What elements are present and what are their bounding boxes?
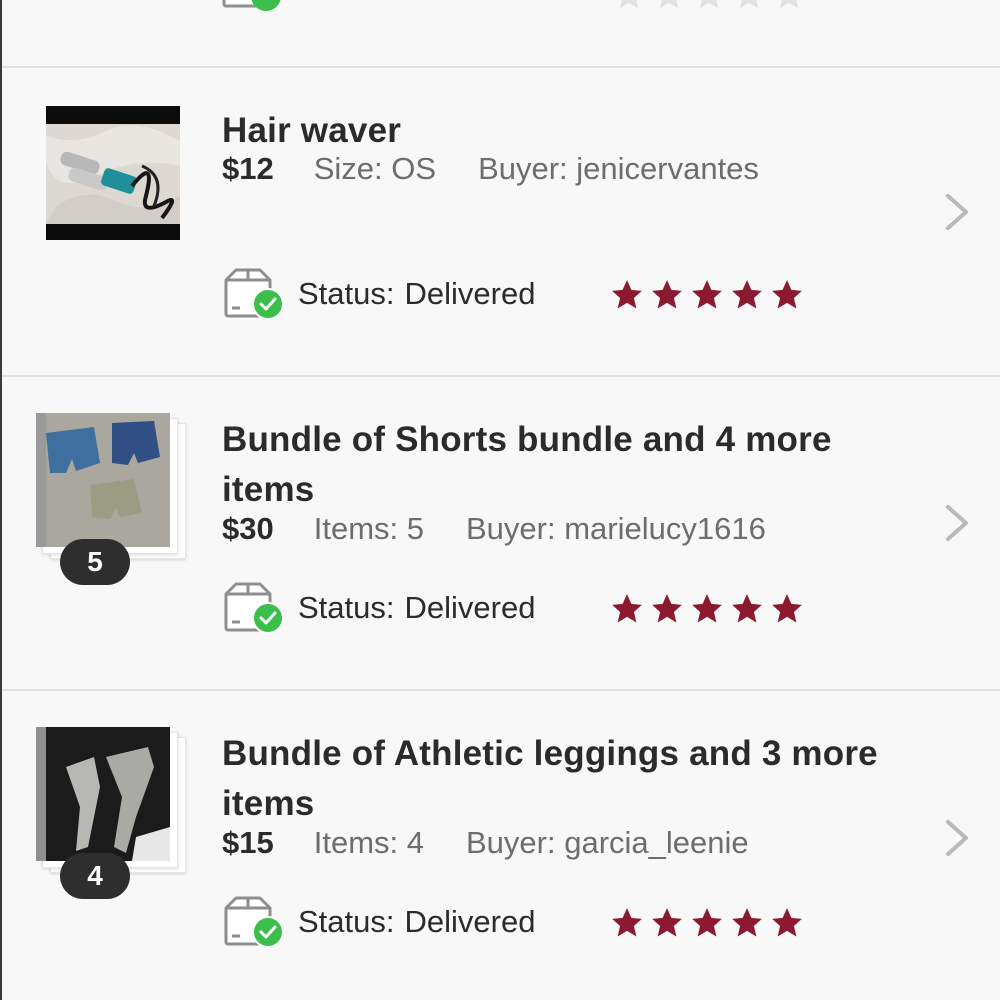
item-title: Hair waver [222,111,402,150]
item-photo [46,106,180,240]
star-icon [690,906,724,940]
rating-stars-previous [612,0,806,12]
order-row-leggings-bundle[interactable]: 4 Bundle of Athletic leggings and 3 more… [2,691,1000,999]
item-title: Bundle of Athletic leggings and 3 more i… [222,734,878,823]
chevron-right-icon[interactable] [940,818,974,858]
star-icon [770,906,804,940]
status-row: Status: Delivered [222,580,535,636]
status-value: Delivered [404,276,536,311]
delivered-box-icon [224,896,284,948]
order-row-shorts-bundle[interactable]: 5 Bundle of Shorts bundle and 4 more ite… [2,377,1000,685]
star-icon [732,0,766,12]
order-meta: $12 Size: OS Buyer: jenicervantes [222,151,759,187]
item-photo [36,413,170,547]
item-price: $15 [222,825,274,860]
item-count: Items: 4 [313,825,424,860]
star-icon [612,0,646,12]
status-label: Status: [298,590,395,625]
star-icon [610,592,644,626]
bundle-thumbnail: 5 [36,413,186,585]
star-icon [690,278,724,312]
chevron-right-icon[interactable] [940,503,974,543]
order-meta: $30 Items: 5 Buyer: marielucy1616 [222,511,766,547]
star-icon [650,278,684,312]
buyer-name: Buyer: marielucy1616 [466,511,766,546]
star-icon [610,278,644,312]
star-icon [650,906,684,940]
status-row: Status: Delivered [222,894,535,950]
item-count: Items: 5 [313,511,424,546]
item-thumbnail [46,106,180,240]
status-label: Status: [298,904,395,939]
star-icon [690,592,724,626]
item-price: $12 [222,151,274,186]
item-size: Size: OS [313,151,437,186]
delivered-box-icon [224,582,284,634]
status-label: Status: [298,276,395,311]
star-icon [770,278,804,312]
star-icon [650,592,684,626]
bundle-count-badge: 4 [60,853,130,899]
star-icon [652,0,686,12]
star-icon [610,906,644,940]
star-icon [730,278,764,312]
star-icon [770,592,804,626]
chevron-right-icon[interactable] [940,192,974,232]
item-title: Bundle of Shorts bundle and 4 more items [222,420,832,509]
star-icon [730,592,764,626]
item-price: $30 [222,511,274,546]
rating-stars [610,906,804,940]
status-value: Delivered [404,904,536,939]
star-icon [692,0,726,12]
buyer-name: Buyer: jenicervantes [478,151,759,186]
rating-stars [610,592,804,626]
sold-orders-list: Hair waver $12 Size: OS Buyer: jenicerva… [0,0,1000,1000]
star-icon [730,906,764,940]
status-value: Delivered [404,590,536,625]
status-row: Status: Delivered [222,266,535,322]
rating-stars [610,278,804,312]
order-meta: $15 Items: 4 Buyer: garcia_leenie [222,825,749,861]
item-photo [36,727,170,861]
buyer-name: Buyer: garcia_leenie [466,825,749,860]
bundle-thumbnail: 4 [36,727,186,899]
delivered-box-icon [224,268,284,320]
bundle-count-badge: 5 [60,539,130,585]
star-icon [772,0,806,12]
delivered-box-icon [222,0,286,17]
order-row-hair-waver[interactable]: Hair waver $12 Size: OS Buyer: jenicerva… [2,68,1000,376]
